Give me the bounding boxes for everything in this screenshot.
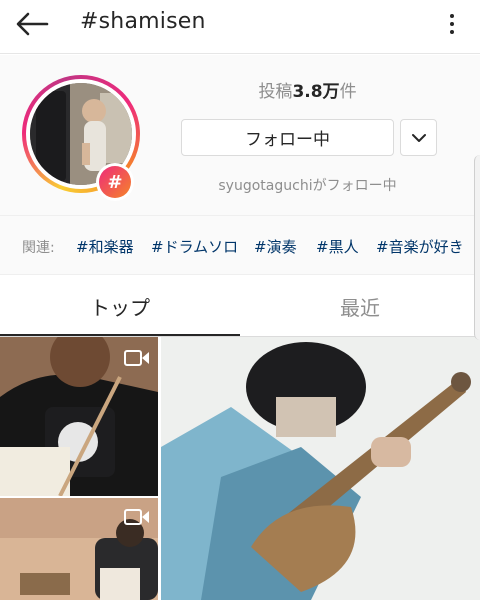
following-button[interactable]: フォロー中 bbox=[181, 119, 394, 156]
tab-recent[interactable]: 最近 bbox=[240, 276, 480, 336]
post-thumbnail[interactable] bbox=[0, 498, 158, 600]
tab-top[interactable]: トップ bbox=[0, 276, 240, 336]
related-tag[interactable]: #和楽器 bbox=[76, 236, 134, 257]
related-tag[interactable]: #演奏 bbox=[254, 236, 297, 257]
video-camera-icon bbox=[124, 509, 149, 525]
content-tabs: トップ 最近 bbox=[0, 276, 480, 337]
related-tag[interactable]: #音楽が好き bbox=[376, 236, 464, 257]
related-tag[interactable]: #黒人 bbox=[316, 236, 359, 257]
related-label: 関連: bbox=[22, 240, 55, 256]
chevron-down-icon bbox=[411, 133, 426, 142]
posts-grid bbox=[0, 337, 480, 600]
hashtag-badge: # bbox=[96, 163, 134, 201]
video-camera-icon bbox=[124, 350, 149, 366]
post-count-suffix: 件 bbox=[339, 82, 357, 102]
post-count: 投稿3.8万件 bbox=[180, 77, 435, 102]
post-count-prefix: 投稿 bbox=[258, 82, 293, 102]
post-count-value: 3.8万 bbox=[292, 82, 340, 102]
related-tag[interactable]: #ドラムソロ bbox=[151, 236, 238, 257]
post-thumbnail[interactable] bbox=[0, 337, 158, 496]
scroll-indicator bbox=[474, 155, 480, 340]
post-thumbnail[interactable] bbox=[161, 337, 480, 600]
page-title: #shamisen bbox=[80, 9, 206, 34]
active-tab-indicator bbox=[0, 334, 240, 336]
dropdown-button[interactable] bbox=[400, 119, 437, 156]
kebab-menu-icon[interactable] bbox=[442, 10, 462, 38]
followed-by-text: syugotaguchiがフォロー中 bbox=[218, 178, 397, 194]
arrow-left-icon bbox=[16, 12, 49, 36]
top-bar: #shamisen bbox=[0, 0, 480, 54]
hash-badge-symbol: # bbox=[99, 166, 131, 198]
back-button[interactable] bbox=[10, 6, 54, 42]
related-hashtags-bar: 関連: #和楽器 #ドラムソロ #演奏 #黒人 #音楽が好き bbox=[0, 215, 480, 275]
hashtag-profile: # 投稿3.8万件 フォロー中 syugotaguchiがフォロー中 bbox=[0, 55, 480, 215]
